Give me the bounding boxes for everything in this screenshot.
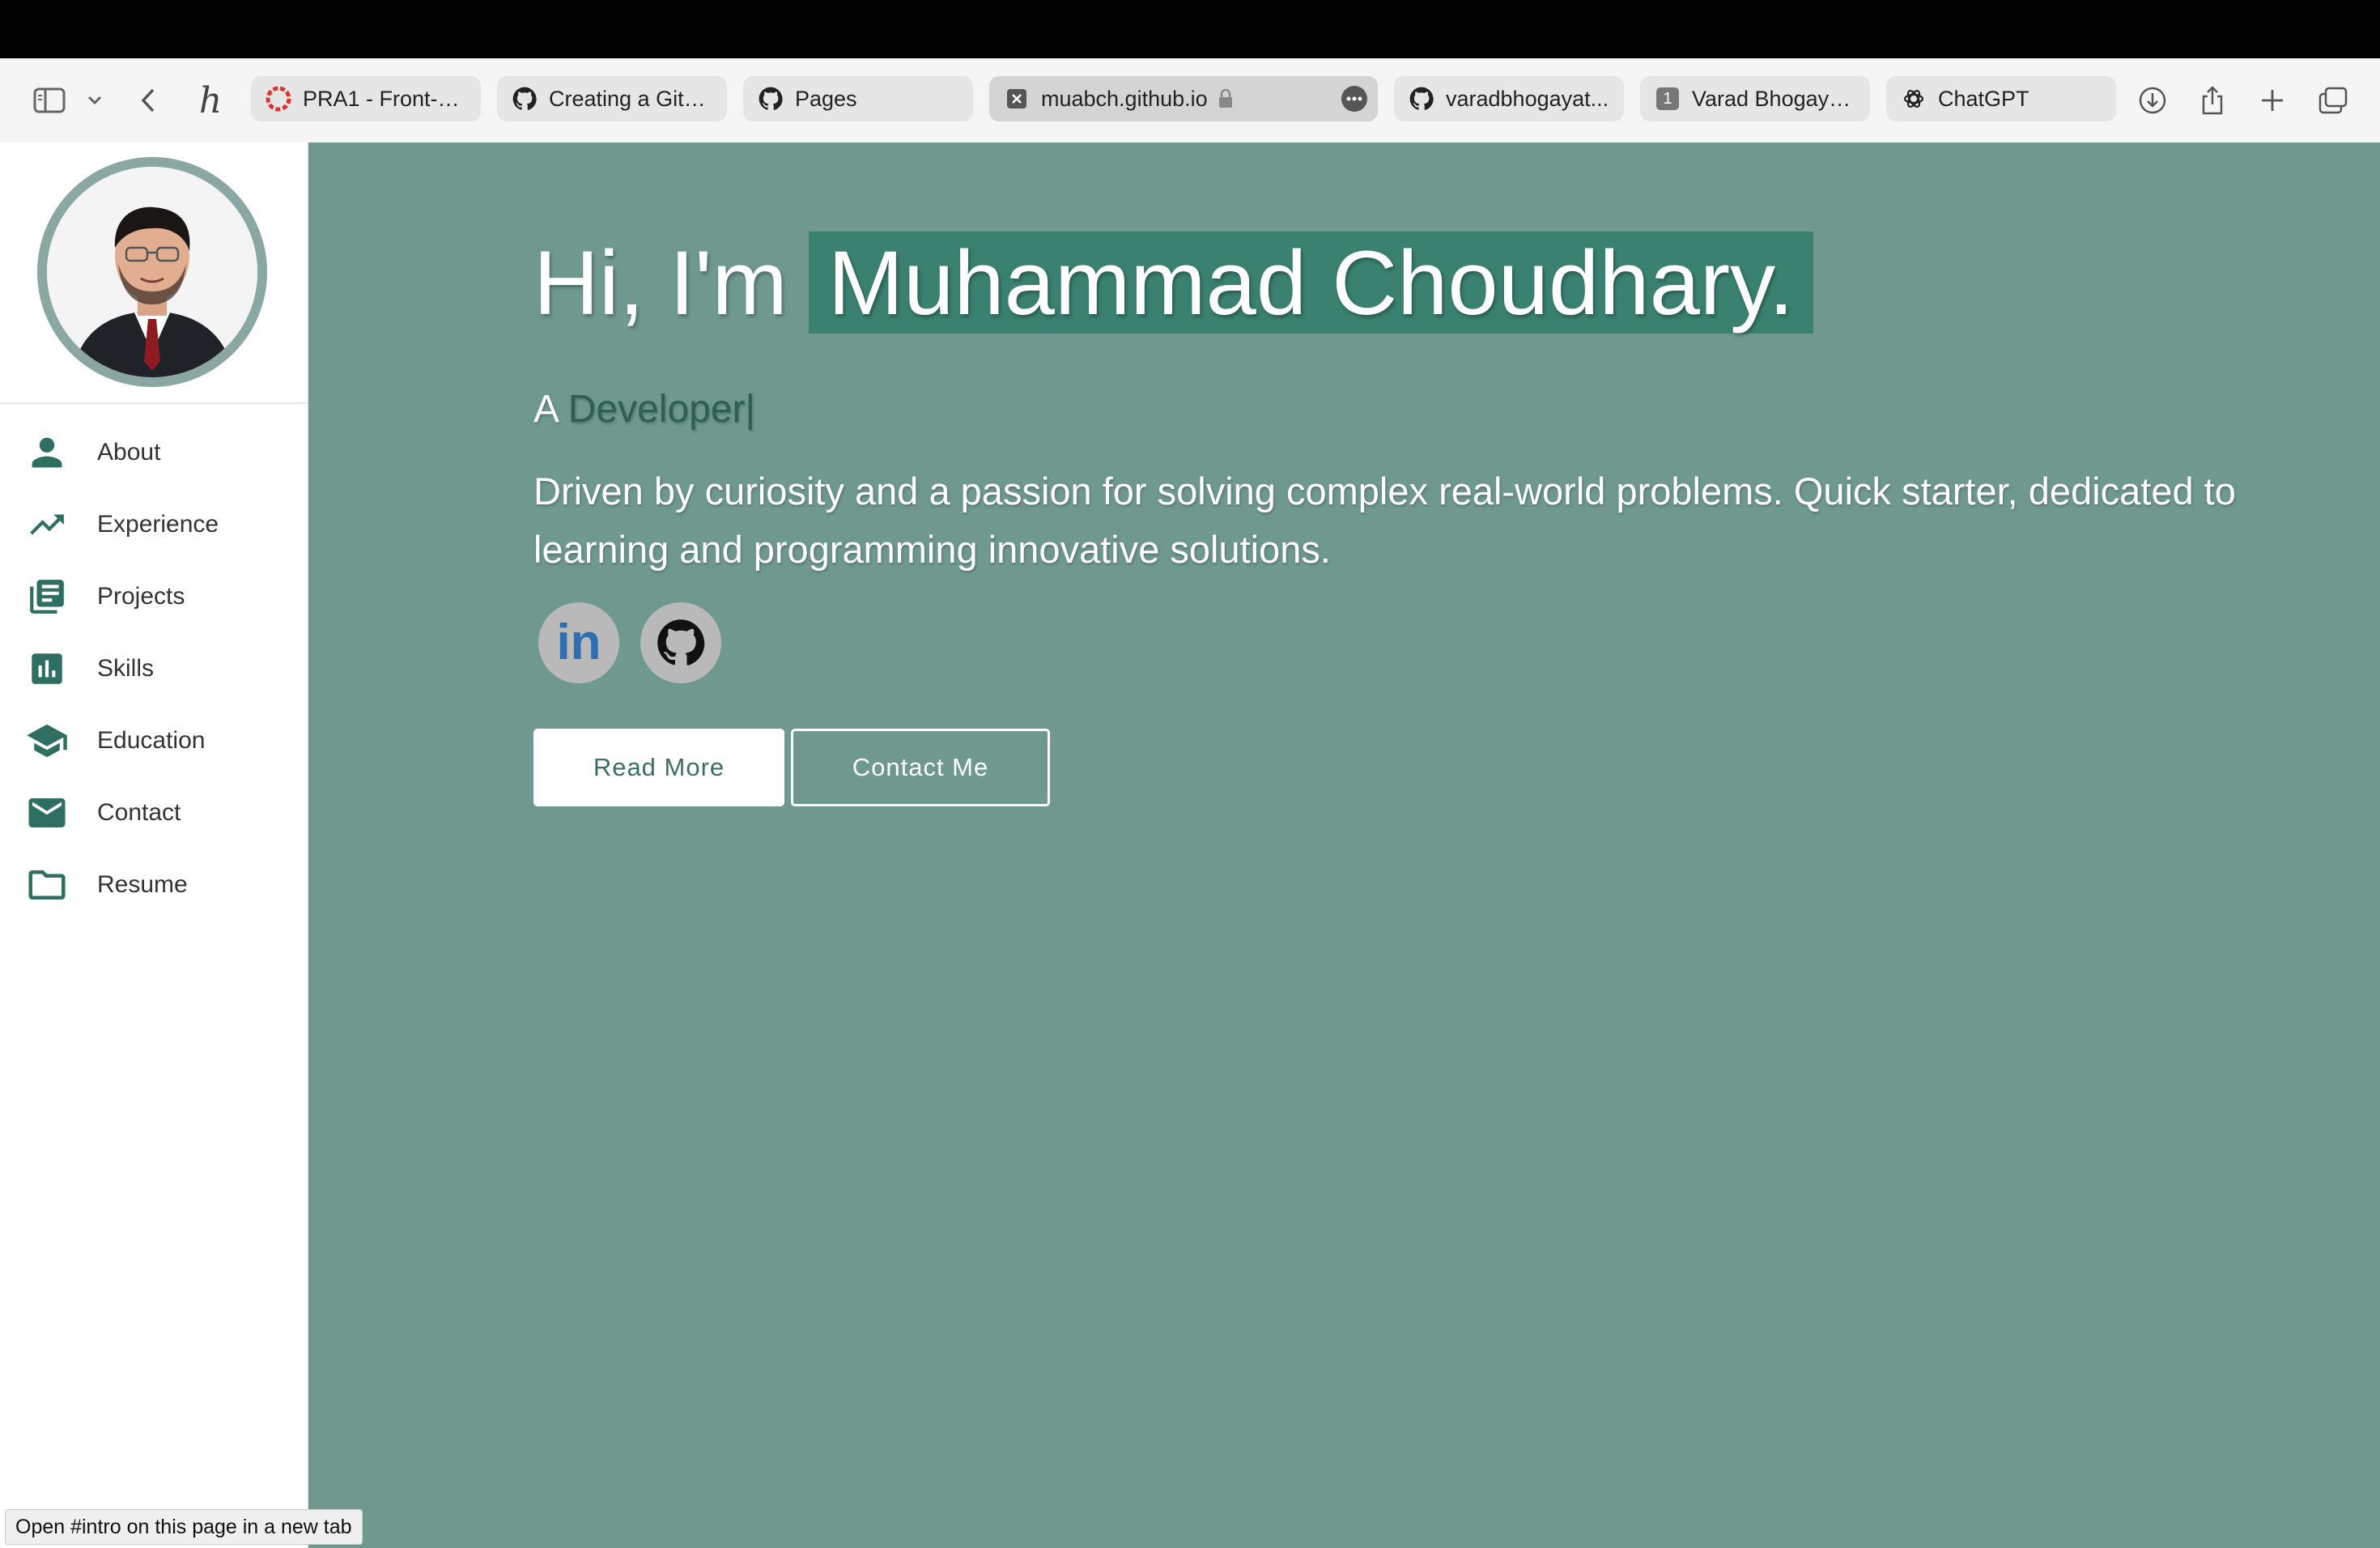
sidebar-item-label: About [97, 438, 161, 466]
sidebar-item-experience[interactable]: Experience [0, 488, 308, 560]
tab-label: muabch.github.io [1041, 86, 1208, 111]
sidebar-item-about[interactable]: About [0, 416, 308, 488]
more-options-icon[interactable] [1341, 85, 1368, 113]
sidebar-item-label: Projects [97, 582, 185, 610]
chatgpt-icon [1901, 86, 1927, 112]
linkedin-button[interactable]: in [538, 602, 619, 683]
tab-label: varadbhogayat... [1446, 86, 1609, 111]
avatar [37, 157, 267, 387]
tab-varadbhogayat[interactable]: varadbhogayat... [1394, 76, 1624, 121]
tab-pra1[interactable]: PRA1 - Front-e... [251, 76, 481, 121]
tab-label: Creating a GitH... [549, 86, 712, 111]
sidebar-item-label: Skills [97, 654, 155, 682]
sidebar-item-education[interactable]: Education [0, 704, 308, 776]
tab-muabch-active[interactable]: muabch.github.io [989, 76, 1378, 121]
link-status-bar: Open #intro on this page in a new tab [5, 1509, 363, 1545]
github-icon [758, 86, 784, 112]
avatar-section [0, 142, 308, 404]
tab-label: PRA1 - Front-e... [303, 86, 466, 111]
sidebar-toggle-icon[interactable] [29, 58, 70, 142]
github-icon [1409, 86, 1434, 112]
sidebar: About Experience Projects Skills Educati… [0, 142, 308, 1548]
number-badge-icon: 1 [1655, 86, 1681, 112]
sidebar-item-resume[interactable]: Resume [0, 848, 308, 921]
hero-description: Driven by curiosity and a passion for so… [533, 470, 2236, 571]
tab-label: Varad Bhogaya... [1692, 86, 1855, 111]
intro-section: Hi, I'm Muhammad Choudhary. A Developer|… [308, 142, 2380, 1548]
github-icon [657, 619, 705, 667]
extension-h-icon[interactable]: h [189, 58, 232, 142]
trending-up-icon [24, 502, 70, 547]
email-icon [24, 790, 70, 836]
lock-icon [1218, 88, 1234, 109]
tab-label: Pages [795, 86, 857, 111]
contact-me-button[interactable]: Contact Me [791, 729, 1050, 806]
close-tab-icon[interactable] [1004, 86, 1030, 112]
greeting-text: Hi, I'm [533, 232, 788, 334]
typed-role: Developer| [567, 388, 755, 431]
hero-subtitle: A Developer| [533, 387, 755, 432]
folder-icon [24, 862, 70, 908]
tab-overview-icon[interactable] [2314, 58, 2352, 142]
sidebar-item-label: Contact [97, 798, 181, 826]
github-button[interactable] [640, 602, 721, 683]
bar-chart-icon [24, 646, 70, 691]
share-icon[interactable] [2194, 58, 2231, 142]
name-highlight: Muhammad Choudhary. [808, 232, 1813, 334]
menu-bar [0, 0, 2380, 58]
github-icon [512, 86, 538, 112]
sidebar-item-contact[interactable]: Contact [0, 776, 308, 848]
sidebar-item-label: Experience [97, 510, 219, 538]
linkedin-icon: in [556, 615, 601, 670]
tab-varad-bhogaya[interactable]: 1 Varad Bhogaya... [1640, 76, 1870, 121]
back-icon[interactable] [130, 58, 167, 142]
sidebar-nav: About Experience Projects Skills Educati… [0, 416, 308, 921]
tab-label: ChatGPT [1938, 86, 2029, 111]
library-books-icon [24, 574, 70, 619]
tab-badge: 1 [1656, 87, 1679, 110]
role-prefix: A [533, 388, 558, 431]
pra-favicon [266, 86, 291, 112]
sidebar-item-label: Education [97, 726, 206, 754]
tab-creating-github[interactable]: Creating a GitH... [497, 76, 727, 121]
sidebar-item-projects[interactable]: Projects [0, 560, 308, 632]
browser-toolbar: h PRA1 - Front-e... Creating a GitH... P… [0, 58, 2380, 143]
chevron-down-icon[interactable] [83, 58, 107, 142]
sidebar-item-label: Resume [97, 870, 188, 898]
tab-pages[interactable]: Pages [743, 76, 973, 121]
tab-chatgpt[interactable]: ChatGPT [1886, 76, 2116, 121]
read-more-button[interactable]: Read More [533, 729, 784, 806]
new-tab-icon[interactable] [2254, 58, 2291, 142]
person-icon [24, 430, 70, 475]
download-icon[interactable] [2134, 58, 2171, 142]
hero-headline: Hi, I'm Muhammad Choudhary. [533, 230, 1813, 335]
sidebar-item-skills[interactable]: Skills [0, 632, 308, 704]
school-icon [24, 718, 70, 763]
